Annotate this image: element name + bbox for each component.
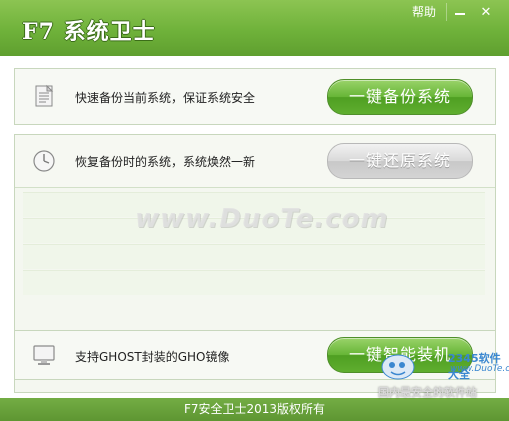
list-item[interactable] [23, 244, 485, 269]
install-description: 支持GHOST封装的GHO镜像 [75, 350, 230, 364]
close-button[interactable]: ✕ [473, 3, 499, 21]
one-click-restore-button[interactable]: 一键还原系统 [327, 143, 473, 179]
restore-description: 恢复备份时的系统，系统焕然一新 [75, 155, 256, 169]
clock-icon [33, 150, 55, 172]
minimize-icon [455, 13, 465, 15]
list-item[interactable] [23, 192, 485, 217]
one-click-backup-button[interactable]: 一键备份系统 [327, 79, 473, 115]
list-item[interactable] [23, 270, 485, 295]
one-click-install-button[interactable]: 一键智能装机 [327, 337, 473, 373]
help-button[interactable]: 帮助 [402, 3, 447, 21]
main-content: 快速备份当前系统，保证系统安全 一键备份系统 恢复备份时的系统，系统焕然一新 一… [0, 56, 509, 398]
minimize-button[interactable] [447, 3, 473, 21]
backup-description: 快速备份当前系统，保证系统安全 [75, 91, 256, 105]
close-icon: ✕ [480, 4, 492, 20]
list-item[interactable] [23, 218, 485, 243]
install-card: 支持GHOST封装的GHO镜像 一键智能装机 [14, 330, 496, 380]
app-window: F7 系统卫士 帮助 ✕ 快速备份当前系统，保证系统安全 一键备份系统 恢复备份… [0, 0, 509, 421]
window-controls: 帮助 ✕ [402, 2, 499, 22]
monitor-icon [33, 345, 55, 365]
restore-header: 恢复备份时的系统，系统焕然一新 一键还原系统 [15, 135, 495, 188]
document-icon [35, 84, 54, 107]
footer-copyright: F7安全卫士2013版权所有 [0, 398, 509, 421]
backup-list [23, 192, 485, 296]
title-bar: F7 系统卫士 帮助 ✕ [0, 0, 509, 56]
backup-card: 快速备份当前系统，保证系统安全 一键备份系统 [14, 68, 496, 125]
app-title: F7 系统卫士 [22, 19, 156, 45]
